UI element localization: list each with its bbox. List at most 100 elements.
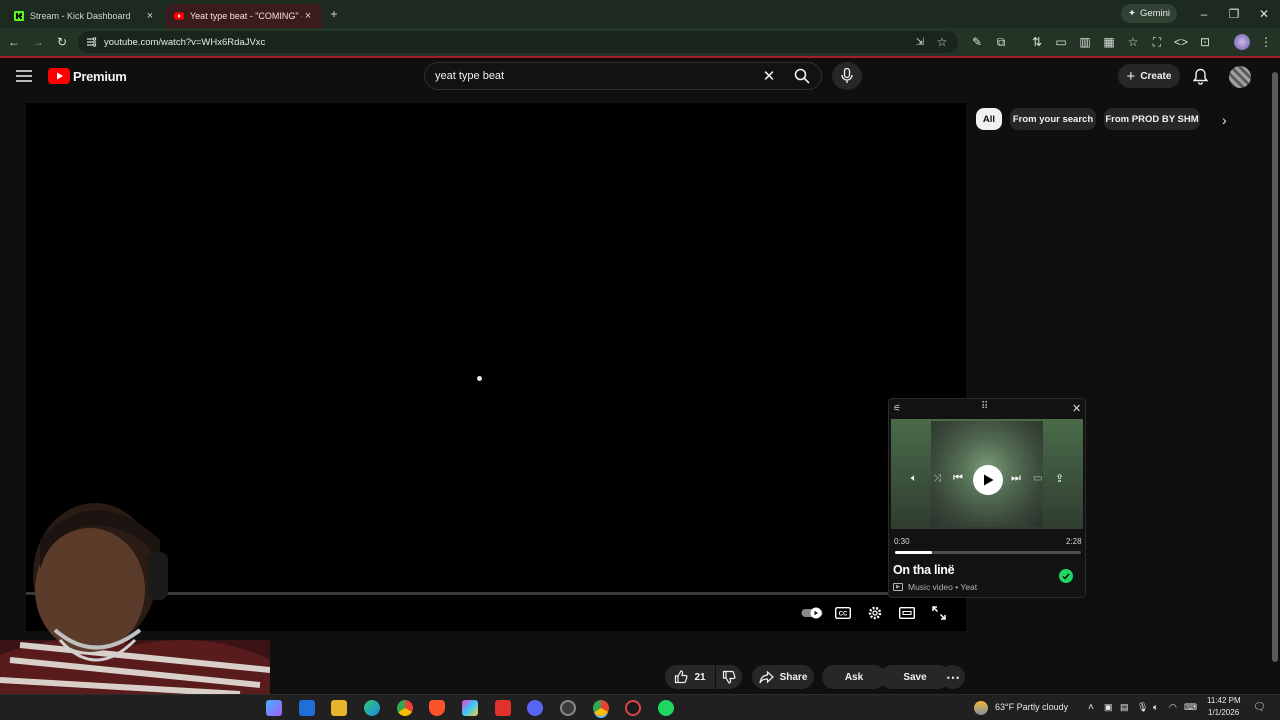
close-tab-icon[interactable]: × [302,10,314,22]
create-button[interactable]: + Create [1118,64,1180,88]
notifications-bell-icon[interactable] [1193,68,1208,85]
play-button[interactable] [973,465,1003,495]
ask-button[interactable]: Ask [822,665,886,689]
search-button[interactable] [782,62,822,90]
volume-icon[interactable]: 🔈︎ [911,473,917,484]
recorder-app-icon[interactable] [625,700,641,716]
next-track-icon[interactable]: ⏭︎ [1011,472,1021,485]
close-tab-icon[interactable]: × [144,10,156,22]
youtube-premium-logo[interactable]: Premium [48,68,127,84]
notification-center-icon[interactable]: 🗨︎ [1253,702,1266,713]
apps-grid-icon[interactable]: ▦ [1101,34,1117,50]
side-panel-icon[interactable]: ▥ [1077,34,1093,50]
dislike-button[interactable] [716,665,742,689]
like-button[interactable]: 21 [665,665,715,689]
captions-button[interactable]: CC [832,604,854,622]
clock-time[interactable]: 11:42 PM [1207,696,1241,705]
keyboard-icon[interactable]: ⌨ [1184,702,1197,713]
gemini-button[interactable]: ✦ Gemini [1121,4,1177,23]
volume-tray-icon[interactable]: 🔈︎ [1153,702,1158,713]
back-arrow-icon[interactable]: ← [6,34,22,50]
weather-text[interactable]: 63°F Partly cloudy [995,702,1068,712]
chevron-right-icon[interactable]: › [1222,112,1227,128]
track-progress-fill [895,551,933,554]
previous-track-icon[interactable]: ⏮︎ [953,472,963,485]
plus-icon[interactable]: + [326,6,342,22]
copilot-icon[interactable] [266,700,282,716]
channel-avatar[interactable] [1229,66,1251,88]
microphone-tray-icon[interactable]: 🎙︎ [1137,702,1148,713]
scrollbar-thumb[interactable] [1272,72,1278,662]
red-app-icon[interactable] [495,700,511,716]
minimize-icon[interactable]: – [1196,6,1212,22]
saved-check-icon[interactable] [1059,569,1073,583]
file-explorer-icon[interactable] [331,700,347,716]
site-info-icon[interactable] [86,37,97,47]
repeat-icon[interactable]: ▭ [1033,473,1042,484]
install-app-icon[interactable]: ⇲ [912,34,928,50]
hamburger-menu-icon[interactable] [16,70,32,82]
maximize-icon[interactable]: ❐ [1226,6,1242,22]
theater-mode-button[interactable] [896,604,918,622]
tray-app-icon[interactable]: ▣ [1104,702,1113,713]
chip-from-channel[interactable]: From PROD BY SHM [1104,108,1200,130]
chrome-icon[interactable] [397,700,413,716]
spotify-icon[interactable] [658,700,674,716]
chip-from-your-search[interactable]: From your search [1010,108,1096,130]
translate-icon[interactable]: ⛶ [1149,34,1165,50]
tray-monitor-icon[interactable]: ▤ [1120,702,1129,713]
share-icon[interactable]: ⇪ [1055,472,1064,485]
fullscreen-icon [932,606,946,620]
autoplay-toggle[interactable] [800,604,824,622]
pen-extension-icon[interactable]: ✎ [969,34,985,50]
brave-browser-icon[interactable] [429,700,445,716]
more-vertical-icon[interactable]: ⋮ [1258,34,1274,50]
colorful-app-icon[interactable] [462,700,478,716]
close-mini-player-icon[interactable]: ✕ [1072,402,1081,415]
code-icon[interactable]: <> [1173,34,1189,50]
sliders-icon[interactable]: ⚟ [893,403,901,414]
chrome-active-icon[interactable] [593,700,609,716]
extensions-puzzle-icon[interactable]: ⧉ [993,34,1009,50]
obs-studio-icon[interactable] [560,700,576,716]
tab-youtube-video[interactable]: Yeat type beat - "COMING" - Yo × [166,4,322,28]
more-horizontal-icon: ⋯ [946,668,960,685]
bookmarks-icon[interactable]: ☆ [1125,34,1141,50]
save-button[interactable]: Save [880,665,950,689]
tab-kick-dashboard[interactable]: Stream - Kick Dashboard × [6,4,164,28]
wifi-icon[interactable]: ◠ [1169,702,1177,713]
page-scrollbar[interactable] [1270,58,1280,694]
mail-icon[interactable] [299,700,315,716]
streamer-webcam-image [0,503,270,694]
discord-icon[interactable] [527,700,543,716]
profile-avatar[interactable] [1234,34,1250,50]
bookmark-star-icon[interactable]: ☆ [934,34,950,50]
thumbs-up-icon [675,670,688,684]
spotify-mini-player[interactable]: ⚟ ⠿ ✕ 🔈︎ ⤨ ⏮︎ ⏭︎ ▭ ⇪ 0:30 2:28 On tha li… [888,398,1086,598]
weather-icon [974,701,988,715]
chevron-up-icon[interactable]: ˄ [1088,702,1094,713]
reload-icon[interactable]: ↻ [54,34,70,50]
share-button[interactable]: Share [752,665,814,689]
tab-search-icon[interactable]: ⇅ [1029,34,1045,50]
drag-handle-icon[interactable]: ⠿ [981,401,988,412]
window-icon[interactable]: ▭ [1053,34,1069,50]
time-elapsed: 0:30 [894,537,910,546]
clear-search-icon[interactable]: ✕ [762,68,776,85]
tab-label: Stream - Kick Dashboard [30,11,131,21]
track-title[interactable]: On tha linë [893,563,955,577]
more-actions-button[interactable]: ⋯ [941,665,965,689]
close-window-icon[interactable]: ✕ [1256,6,1272,22]
voice-search-button[interactable] [832,62,862,90]
shuffle-icon[interactable]: ⤨ [933,473,941,484]
settings-button[interactable] [864,604,886,622]
track-progress-bar[interactable] [895,551,1081,554]
fullscreen-button[interactable] [928,604,950,622]
address-bar[interactable]: youtube.com/watch?v=WHx6RdaJVxc ⇲ ☆ [78,31,958,53]
screenshot-icon[interactable]: ⊡ [1197,34,1213,50]
edge-browser-icon[interactable] [364,700,380,716]
chip-all[interactable]: All [976,108,1002,130]
clock-date[interactable]: 1/1/2026 [1208,708,1239,717]
time-total: 2:28 [1066,537,1082,546]
forward-arrow-icon[interactable]: → [30,34,46,50]
